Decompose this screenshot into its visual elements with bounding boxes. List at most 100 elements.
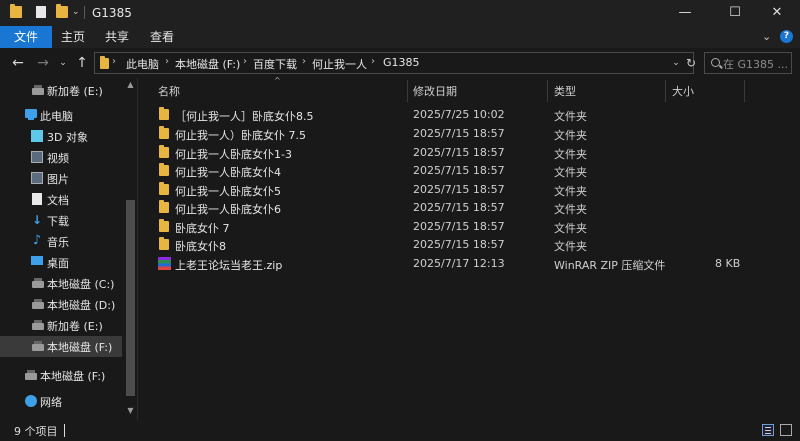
breadcrumb-baidu-download[interactable]: 百度下载 bbox=[253, 56, 297, 72]
sidebar-item-3d-objects[interactable]: 3D 对象 bbox=[0, 126, 122, 147]
up-button[interactable]: ↑ bbox=[73, 54, 91, 72]
quick-access-dropdown-icon[interactable]: ⌄ bbox=[72, 6, 84, 18]
window-title: G1385 bbox=[92, 6, 132, 20]
chevron-icon[interactable]: › bbox=[165, 56, 169, 67]
file-row[interactable]: 何止我一人卧底女仆4 2025/7/15 18:57 文件夹 bbox=[150, 162, 750, 180]
refresh-icon[interactable]: ↻ bbox=[684, 52, 698, 74]
search-placeholder: 在 G1385 ... bbox=[723, 58, 789, 71]
folder-icon bbox=[159, 107, 169, 120]
file-size: 8 KB bbox=[715, 257, 741, 270]
forward-button[interactable]: → bbox=[34, 54, 52, 72]
breadcrumb-g1385[interactable]: G1385 bbox=[383, 56, 420, 69]
pc-icon bbox=[25, 109, 37, 120]
file-name: 卧底女仆8 bbox=[175, 240, 226, 253]
sidebar-item-drive-f-selected[interactable]: 本地磁盘 (F:) bbox=[0, 336, 122, 357]
column-header-name[interactable]: 名称 bbox=[150, 80, 407, 102]
sidebar-item-music[interactable]: ♪ 音乐 bbox=[0, 231, 122, 252]
maximize-button[interactable]: ☐ bbox=[712, 0, 758, 26]
sidebar-item-network[interactable]: 网络 bbox=[0, 391, 122, 412]
tab-share[interactable]: 共享 bbox=[96, 26, 138, 48]
minimize-button[interactable]: — bbox=[662, 0, 708, 26]
address-bar[interactable]: › 此电脑 › 本地磁盘 (F:) › 百度下载 › 何止我一人 › G1385 bbox=[94, 52, 694, 74]
column-header-date[interactable]: 修改日期 bbox=[408, 80, 547, 102]
drive-icon bbox=[32, 341, 44, 351]
breadcrumb-drive-f[interactable]: 本地磁盘 (F:) bbox=[175, 56, 240, 72]
address-dropdown-icon[interactable]: ⌄ bbox=[669, 52, 683, 74]
scroll-up-icon[interactable]: ▲ bbox=[124, 78, 137, 92]
search-icon bbox=[711, 58, 720, 67]
title-bar: ⌄ G1385 — ☐ ✕ bbox=[0, 0, 800, 26]
file-row[interactable]: 卧底女仆8 2025/7/15 18:57 文件夹 bbox=[150, 236, 750, 254]
chevron-icon[interactable]: › bbox=[112, 56, 116, 67]
sidebar-item-label: 本地磁盘 (F:) bbox=[47, 341, 113, 354]
new-folder-icon[interactable] bbox=[56, 4, 68, 18]
sidebar-item-drive-e[interactable]: 新加卷 (E:) bbox=[0, 80, 122, 101]
sidebar-item-label: 新加卷 (E:) bbox=[47, 320, 103, 333]
column-header-type[interactable]: 类型 bbox=[548, 80, 665, 102]
column-header-label: 名称 bbox=[158, 85, 180, 98]
tab-home[interactable]: 主页 bbox=[52, 26, 94, 48]
help-icon[interactable]: ? bbox=[780, 30, 793, 43]
tab-view[interactable]: 查看 bbox=[140, 26, 184, 48]
sidebar-item-label: 下载 bbox=[47, 215, 69, 228]
column-header-label: 类型 bbox=[554, 85, 576, 98]
file-date: 2025/7/25 10:02 bbox=[413, 108, 505, 121]
sidebar-item-pictures[interactable]: 图片 bbox=[0, 168, 122, 189]
sidebar-item-documents[interactable]: 文档 bbox=[0, 189, 122, 210]
sidebar-item-downloads[interactable]: ↓ 下载 bbox=[0, 210, 122, 231]
file-row[interactable]: 何止我一人卧底女仆6 2025/7/15 18:57 文件夹 bbox=[150, 199, 750, 217]
file-row[interactable]: 何止我一人卧底女仆5 2025/7/15 18:57 文件夹 bbox=[150, 181, 750, 199]
file-type: 文件夹 bbox=[554, 240, 587, 253]
sidebar-item-label: 此电脑 bbox=[40, 110, 73, 123]
title-separator bbox=[84, 6, 85, 19]
chevron-icon[interactable]: › bbox=[243, 56, 247, 67]
scrollbar-thumb[interactable] bbox=[126, 200, 135, 396]
breadcrumb-hezhi[interactable]: 何止我一人 bbox=[312, 56, 367, 72]
search-input[interactable]: 在 G1385 ... bbox=[704, 52, 792, 74]
sidebar-item-label: 本地磁盘 (C:) bbox=[47, 278, 115, 291]
sidebar-item-label: 新加卷 (E:) bbox=[47, 85, 103, 98]
chevron-icon[interactable]: › bbox=[371, 56, 375, 67]
sidebar-item-desktop[interactable]: 桌面 bbox=[0, 252, 122, 273]
sidebar-item-this-pc[interactable]: 此电脑 bbox=[0, 105, 122, 126]
file-type: 文件夹 bbox=[554, 148, 587, 161]
file-row[interactable]: 何止我一人卧底女仆1-3 2025/7/15 18:57 文件夹 bbox=[150, 144, 750, 162]
ribbon-expand-icon[interactable]: ⌄ bbox=[762, 26, 771, 48]
breadcrumb-this-pc[interactable]: 此电脑 bbox=[126, 56, 159, 72]
sidebar-item-label: 网络 bbox=[40, 396, 62, 409]
chevron-icon[interactable]: › bbox=[302, 56, 306, 67]
large-icons-view-icon[interactable] bbox=[780, 424, 792, 436]
file-name: 何止我一人卧底女仆6 bbox=[175, 203, 281, 216]
sidebar-item-drive-e-2[interactable]: 新加卷 (E:) bbox=[0, 315, 122, 336]
file-row[interactable]: 卧底女仆 7 2025/7/15 18:57 文件夹 bbox=[150, 218, 750, 236]
file-row[interactable]: 何止我一人）卧底女仆 7.5 2025/7/15 18:57 文件夹 bbox=[150, 125, 750, 143]
pane-divider[interactable] bbox=[137, 78, 138, 420]
network-icon bbox=[25, 395, 37, 407]
sidebar-item-label: 3D 对象 bbox=[47, 131, 88, 144]
tab-file[interactable]: 文件 bbox=[0, 26, 52, 48]
properties-icon[interactable] bbox=[36, 6, 46, 18]
close-button[interactable]: ✕ bbox=[754, 0, 800, 26]
drive-icon bbox=[32, 85, 44, 95]
sidebar-item-drive-d[interactable]: 本地磁盘 (D:) bbox=[0, 294, 122, 315]
file-date: 2025/7/15 18:57 bbox=[413, 238, 505, 251]
scroll-down-icon[interactable]: ▼ bbox=[124, 404, 137, 418]
file-row[interactable]: ［何止我一人］卧底女仆8.5 2025/7/25 10:02 文件夹 bbox=[150, 106, 750, 124]
column-separator[interactable] bbox=[744, 80, 745, 102]
details-view-icon[interactable] bbox=[762, 424, 774, 436]
sidebar-item-label: 桌面 bbox=[47, 257, 69, 270]
recent-locations-button[interactable]: ⌄ bbox=[54, 54, 72, 72]
sidebar-item-videos[interactable]: 视频 bbox=[0, 147, 122, 168]
file-row[interactable]: 上老王论坛当老王.zip 2025/7/17 12:13 WinRAR ZIP … bbox=[150, 255, 750, 273]
file-type: 文件夹 bbox=[554, 110, 587, 123]
sidebar-scrollbar[interactable]: ▲ ▼ bbox=[124, 78, 137, 420]
sidebar-item-drive-c[interactable]: 本地磁盘 (C:) bbox=[0, 273, 122, 294]
folder-icon bbox=[10, 4, 22, 18]
sidebar-item-drive-f-root[interactable]: 本地磁盘 (F:) bbox=[0, 365, 122, 386]
file-date: 2025/7/15 18:57 bbox=[413, 146, 505, 159]
back-button[interactable]: ← bbox=[9, 54, 27, 72]
cube-icon bbox=[31, 130, 43, 142]
column-header-size[interactable]: 大小 bbox=[666, 80, 744, 102]
folder-icon bbox=[159, 237, 169, 250]
file-name: 何止我一人）卧底女仆 7.5 bbox=[175, 129, 306, 142]
